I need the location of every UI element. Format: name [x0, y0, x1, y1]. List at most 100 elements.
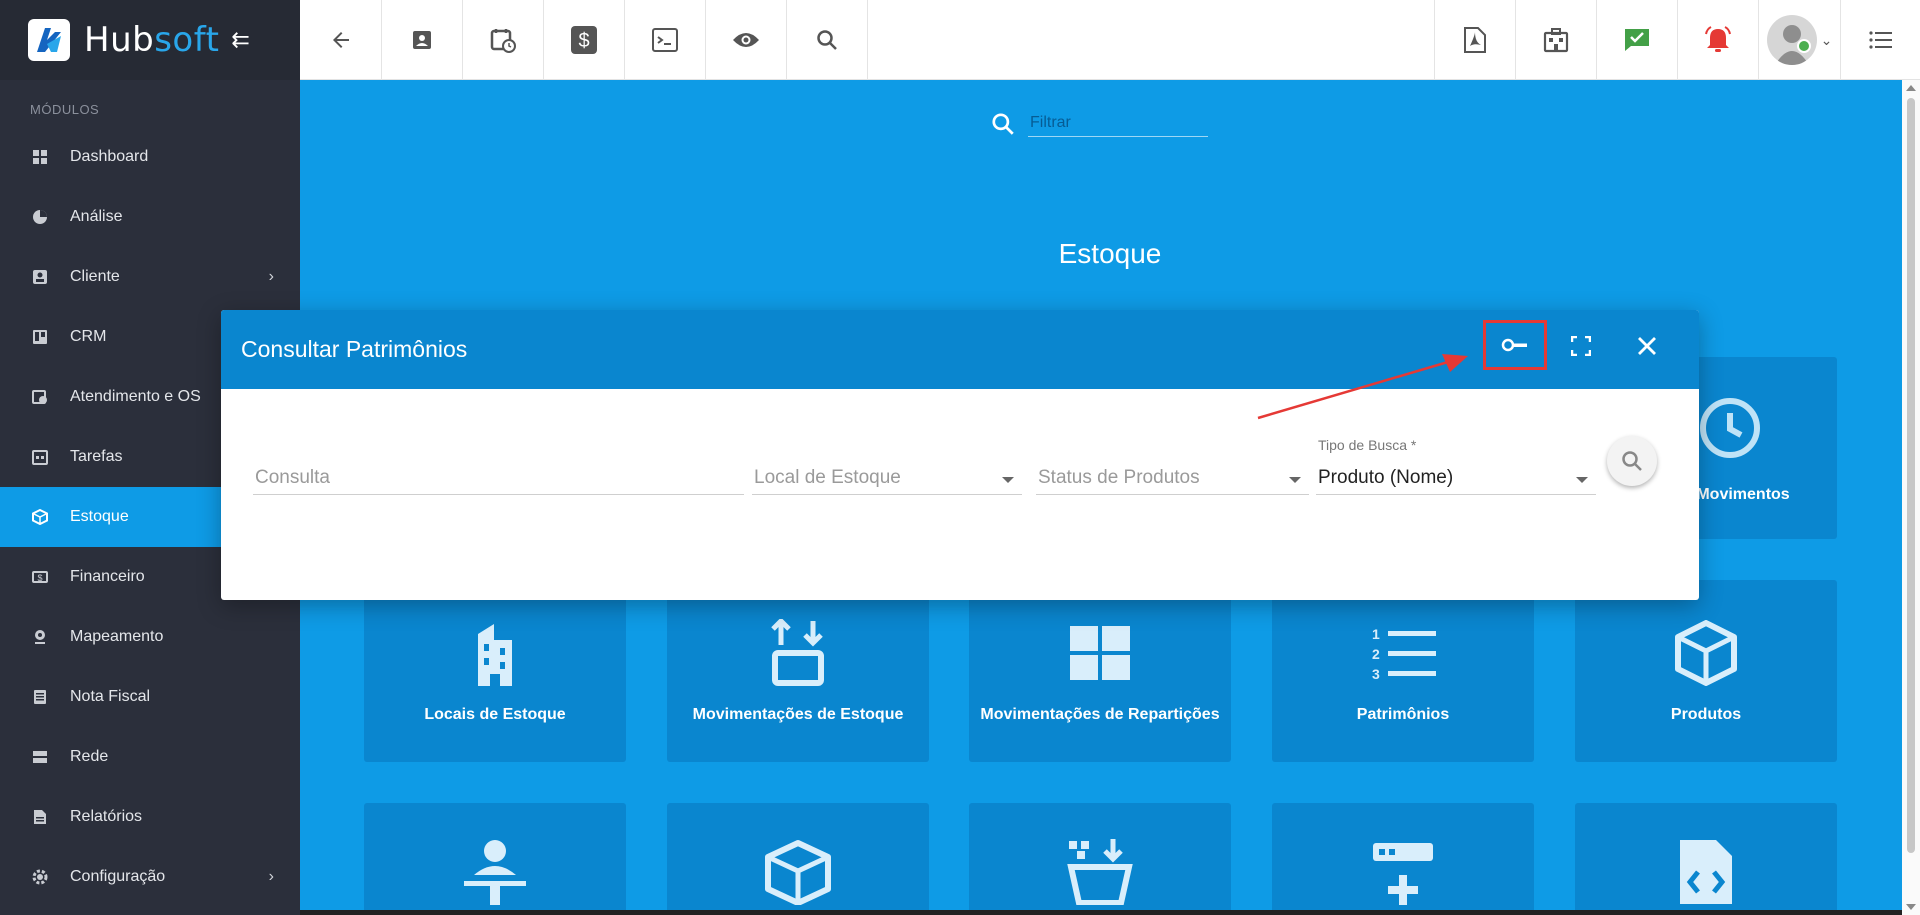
search-button[interactable]: [787, 0, 868, 80]
search-submit-button[interactable]: [1607, 436, 1657, 486]
messages-button[interactable]: [1596, 0, 1677, 80]
tipo-de-busca-label: Tipo de Busca *: [1318, 437, 1417, 453]
tile-row3-5[interactable]: [1575, 803, 1837, 915]
sidebar-item-label: Análise: [70, 208, 123, 225]
pie-chart-icon: [32, 209, 48, 225]
report-icon: [32, 809, 48, 825]
scroll-up-icon[interactable]: [1906, 85, 1916, 91]
tile-movimentacoes-de-reparticoes[interactable]: Movimentações de Repartições: [969, 580, 1231, 762]
avatar: [1766, 15, 1817, 65]
svg-text:3: 3: [1372, 666, 1380, 681]
user-menu[interactable]: ⌄: [1758, 0, 1840, 80]
tile-locais-de-estoque[interactable]: Locais de Estoque: [364, 580, 626, 762]
tile-label: Locais de Estoque: [424, 706, 566, 723]
building-icon: [470, 620, 520, 686]
sidebar-item-label: Nota Fiscal: [70, 688, 151, 705]
modules-title: MÓDULOS: [30, 102, 100, 117]
dashboard-icon: [32, 149, 48, 165]
search-icon: [1622, 451, 1642, 471]
dropdown-caret-icon: [1289, 477, 1301, 483]
dialog-body: Consulta Local de Estoque Status de Prod…: [221, 389, 1699, 600]
server-icon: [32, 749, 48, 765]
terminal-icon: [652, 28, 678, 52]
fullscreen-icon: [1571, 336, 1591, 356]
svg-text:1: 1: [1372, 626, 1380, 642]
collapse-menu-icon[interactable]: ⇇: [231, 27, 249, 53]
svg-text:$: $: [578, 30, 589, 52]
gear-icon: [32, 869, 48, 885]
brand[interactable]: Hubsoft ⇇: [0, 0, 300, 80]
sidebar-item-analise[interactable]: Análise: [0, 187, 300, 247]
dropdown-caret-icon: [1576, 477, 1588, 483]
tile-label: Patrimônios: [1356, 706, 1450, 723]
menu-button[interactable]: [1840, 0, 1920, 80]
topbar: $ ⌄: [300, 0, 1920, 80]
status-de-produtos-placeholder: Status de Produtos: [1038, 467, 1200, 488]
tile-produtos[interactable]: Produtos: [1575, 580, 1837, 762]
dropdown-caret-icon: [1002, 477, 1014, 483]
chevron-right-icon: ›: [268, 268, 274, 285]
code-file-icon: [1678, 839, 1734, 905]
tile-row3-3[interactable]: [969, 803, 1231, 915]
calendar-clock-icon: [490, 29, 516, 53]
box-arrows-icon: [767, 619, 829, 686]
tile-patrimonios[interactable]: 1 2 3 Patrimônios: [1272, 580, 1534, 762]
filter-input[interactable]: [1028, 110, 1208, 137]
list-menu-icon: [1868, 31, 1892, 49]
contact-icon: [413, 31, 431, 49]
building-icon: [1543, 28, 1569, 53]
finance-button[interactable]: $: [544, 0, 625, 80]
sidebar-item-rede[interactable]: Rede: [0, 727, 300, 787]
hubsoft-logo-icon: [28, 19, 70, 61]
sidebar-item-configuracao[interactable]: Configuração ›: [0, 847, 300, 907]
fullscreen-button[interactable]: [1549, 320, 1613, 372]
consulta-placeholder: Consulta: [255, 467, 330, 488]
sidebar-item-relatorios[interactable]: Relatórios: [0, 787, 300, 847]
tile-row3-1[interactable]: [364, 803, 626, 915]
sidebar-item-label: Atendimento e OS: [70, 388, 201, 405]
sidebar-item-label: Configuração: [70, 868, 166, 885]
calendar-clock-icon: [32, 389, 48, 405]
local-de-estoque-select[interactable]: Local de Estoque: [752, 459, 1022, 495]
tile-row3-4[interactable]: [1272, 803, 1534, 915]
alerts-button[interactable]: [1677, 0, 1758, 80]
back-button[interactable]: [300, 0, 382, 80]
grid-icon: [1070, 620, 1130, 686]
company-button[interactable]: [1515, 0, 1596, 80]
sidebar-item-label: Estoque: [70, 508, 129, 525]
consulta-field[interactable]: Consulta: [253, 459, 744, 495]
schedule-button[interactable]: [463, 0, 544, 80]
close-button[interactable]: [1615, 320, 1679, 372]
key-button[interactable]: [1483, 320, 1547, 370]
sidebar-item-mapeamento[interactable]: Mapeamento: [0, 607, 300, 667]
terminal-button[interactable]: [625, 0, 706, 80]
pdf-button[interactable]: [1434, 0, 1515, 80]
status-de-produtos-select[interactable]: Status de Produtos: [1036, 459, 1309, 495]
local-de-estoque-placeholder: Local de Estoque: [754, 467, 901, 488]
sidebar-item-label: Tarefas: [70, 448, 123, 465]
scroll-thumb[interactable]: [1907, 98, 1915, 853]
tile-row3-2[interactable]: [667, 803, 929, 915]
tile-label: Movimentações de Repartições: [980, 706, 1220, 723]
eye-icon: [733, 33, 759, 47]
clients-button[interactable]: [382, 0, 463, 80]
cube-icon: [1674, 620, 1738, 686]
sidebar-item-label: Relatórios: [70, 808, 143, 825]
search-icon: [992, 112, 1014, 135]
scrollbar[interactable]: [1902, 80, 1920, 915]
numbered-list-icon: 1 2 3: [1370, 620, 1436, 686]
sidebar-item-nota-fiscal[interactable]: Nota Fiscal: [0, 667, 300, 727]
alarm-icon: [1705, 26, 1731, 52]
tile-movimentacoes-de-estoque[interactable]: Movimentações de Estoque: [667, 580, 929, 762]
basket-download-icon: [1067, 839, 1133, 905]
box-icon: [32, 509, 48, 525]
tile-label: Produtos: [1670, 706, 1742, 723]
sidebar-item-cliente[interactable]: Cliente ›: [0, 247, 300, 307]
filter-bar: [990, 110, 1208, 137]
svg-text:$: $: [37, 573, 42, 583]
view-button[interactable]: [706, 0, 787, 80]
scroll-down-icon[interactable]: [1906, 904, 1916, 910]
dialog-actions: [1481, 320, 1679, 372]
tipo-de-busca-select[interactable]: Tipo de Busca * Produto (Nome): [1316, 437, 1596, 495]
sidebar-item-dashboard[interactable]: Dashboard: [0, 127, 300, 187]
